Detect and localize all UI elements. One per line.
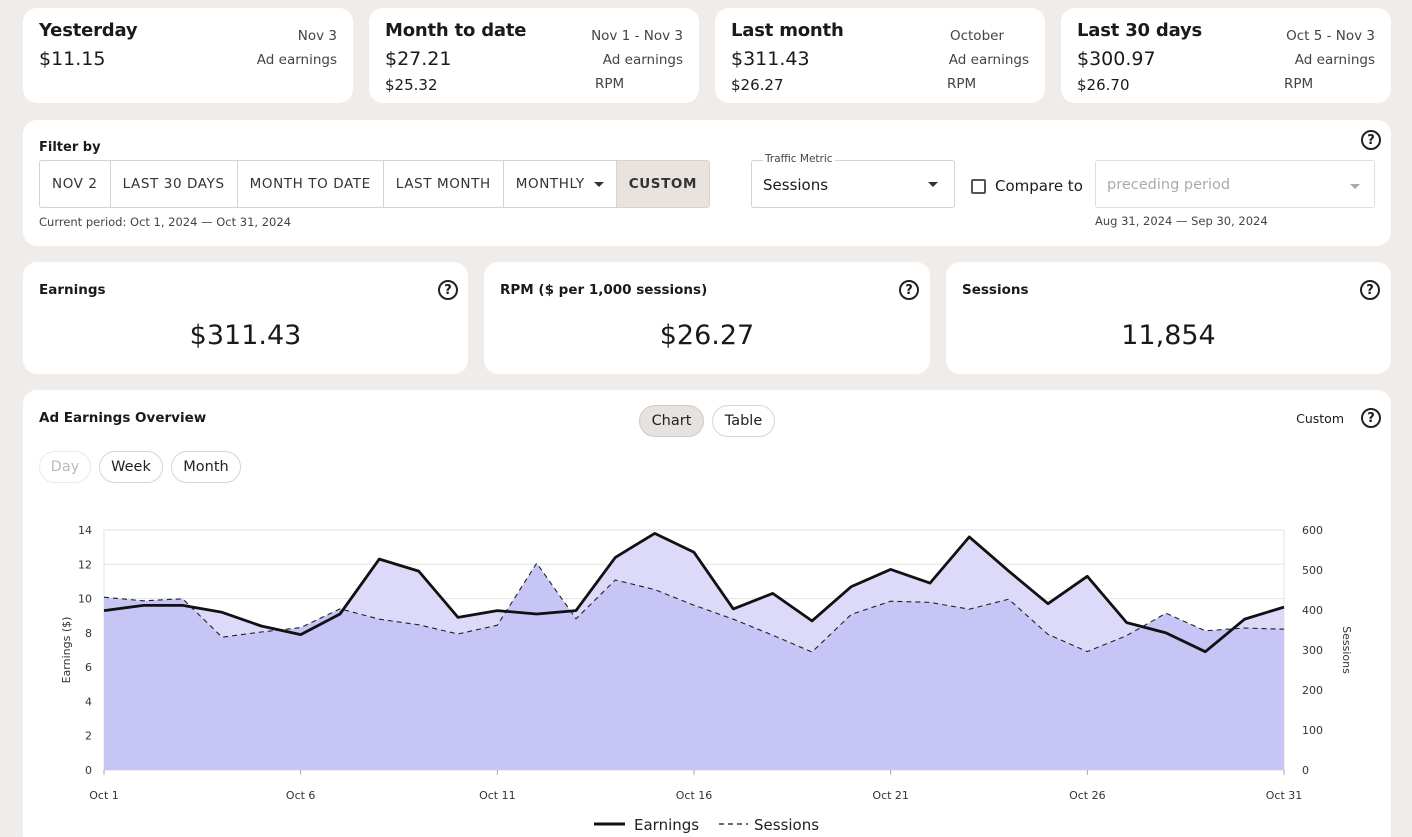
- left-axis-label: Earnings ($): [60, 617, 73, 684]
- x-tick-label: Oct 11: [479, 789, 516, 802]
- x-tick-label: Oct 26: [1069, 789, 1106, 802]
- right-tick-label: 100: [1302, 724, 1323, 737]
- stat-title: Last month: [731, 20, 844, 41]
- left-tick-label: 6: [85, 661, 92, 674]
- traffic-metric-value: Sessions: [763, 176, 829, 194]
- right-tick-label: 400: [1302, 604, 1323, 617]
- left-tick-label: 2: [85, 730, 92, 743]
- filter-label: Filter by: [39, 140, 101, 155]
- ad-earnings-overview: Ad Earnings Overview Chart Table Custom …: [23, 390, 1391, 837]
- right-axis-label: Sessions: [1340, 626, 1353, 674]
- kpi-value: $311.43: [189, 320, 302, 351]
- stat-label-rpm: RPM: [595, 76, 625, 92]
- stat-title: Month to date: [385, 20, 527, 41]
- stat-label: Ad earnings: [1294, 52, 1375, 68]
- current-period: Current period: Oct 1, 2024 — Oct 31, 20…: [39, 215, 292, 229]
- kpi-card-sessions: Sessions ? 11,854: [946, 262, 1391, 374]
- x-tick-label: Oct 16: [676, 789, 713, 802]
- stat-value-rpm: $26.27: [731, 76, 784, 94]
- date-filter-group: NOV 2 LAST 30 DAYS MONTH TO DATE LAST MO…: [39, 160, 710, 208]
- stat-date: October: [949, 28, 1004, 44]
- filter-last-month-button[interactable]: LAST MONTH: [384, 161, 504, 207]
- help-icon[interactable]: ?: [438, 280, 458, 300]
- filter-panel: Filter by NOV 2 LAST 30 DAYS MONTH TO DA…: [23, 120, 1391, 246]
- stat-card-month-to-date: Month to date $27.21 $25.32 Nov 1 - Nov …: [369, 8, 699, 103]
- stat-label-rpm: RPM: [947, 76, 977, 92]
- compare-period-dates: Aug 31, 2024 — Sep 30, 2024: [1095, 214, 1268, 228]
- filter-last-30-days-button[interactable]: LAST 30 DAYS: [111, 161, 238, 207]
- filter-nov-2-button[interactable]: NOV 2: [40, 161, 111, 207]
- legend-earnings-label: Earnings: [634, 816, 699, 834]
- kpi-value: 11,854: [1121, 320, 1216, 351]
- left-tick-label: 4: [85, 695, 92, 708]
- traffic-metric-select[interactable]: Traffic Metric Sessions: [751, 153, 955, 208]
- left-tick-label: 8: [85, 627, 92, 640]
- kpi-card-rpm: RPM ($ per 1,000 sessions) ? $26.27: [484, 262, 930, 374]
- stat-value: $311.43: [731, 48, 810, 70]
- right-tick-label: 600: [1302, 524, 1323, 537]
- caret-down-icon: [928, 182, 938, 187]
- stat-date: Nov 1 - Nov 3: [591, 28, 683, 44]
- stat-card-yesterday: Yesterday $11.15 Nov 3 Ad earnings: [23, 8, 353, 103]
- stat-value: $27.21: [385, 48, 452, 70]
- kpi-value: $26.27: [659, 320, 755, 351]
- x-tick-label: Oct 6: [286, 789, 316, 802]
- stat-label: Ad earnings: [948, 52, 1029, 68]
- stat-card-last-month: Last month $311.43 $26.27 October Ad ear…: [715, 8, 1045, 103]
- kpi-card-earnings: Earnings ? $311.43: [23, 262, 468, 374]
- compare-to-checkbox[interactable]: Compare to: [971, 177, 1083, 195]
- filter-monthly-dropdown[interactable]: MONTHLY: [504, 161, 617, 207]
- filter-month-to-date-button[interactable]: MONTH TO DATE: [238, 161, 384, 207]
- right-tick-label: 300: [1302, 644, 1323, 657]
- legend-sessions-label: Sessions: [754, 816, 819, 834]
- x-tick-label: Oct 1: [89, 789, 119, 802]
- left-tick-label: 10: [78, 593, 92, 606]
- stat-title: Last 30 days: [1077, 20, 1203, 41]
- compare-period-select[interactable]: preceding period: [1095, 160, 1375, 208]
- right-tick-label: 200: [1302, 684, 1323, 697]
- caret-down-icon: [1350, 184, 1360, 189]
- stat-value-rpm: $26.70: [1077, 76, 1130, 94]
- stat-date: Oct 5 - Nov 3: [1286, 28, 1375, 44]
- checkbox-icon[interactable]: [971, 178, 986, 194]
- kpi-label: RPM ($ per 1,000 sessions): [500, 282, 708, 298]
- stat-label: Ad earnings: [256, 52, 337, 68]
- kpi-label: Earnings: [39, 282, 106, 298]
- x-tick-label: Oct 21: [872, 789, 909, 802]
- left-tick-label: 12: [78, 558, 92, 571]
- earnings-sessions-chart: 0 2 4 6 8 10 12 14 0 100 200 300 400 500 600 Oct 1 Oct 6…: [60, 524, 1353, 834]
- stat-card-last-30-days: Last 30 days $300.97 $26.70 Oct 5 - Nov …: [1061, 8, 1391, 103]
- stat-label: Ad earnings: [602, 52, 683, 68]
- help-icon[interactable]: ?: [1361, 130, 1381, 150]
- help-icon[interactable]: ?: [1360, 280, 1380, 300]
- compare-period-placeholder: preceding period: [1107, 177, 1231, 193]
- filter-custom-button[interactable]: CUSTOM: [616, 161, 709, 207]
- right-tick-label: 0: [1302, 764, 1309, 777]
- stat-value-rpm: $25.32: [385, 76, 438, 94]
- help-icon[interactable]: ?: [899, 280, 919, 300]
- compare-to-label: Compare to: [995, 177, 1083, 195]
- left-tick-label: 14: [78, 524, 92, 537]
- right-tick-label: 500: [1302, 564, 1323, 577]
- traffic-metric-label: Traffic Metric: [763, 153, 835, 165]
- stat-date: Nov 3: [297, 28, 337, 44]
- chart-legend: Earnings Sessions: [594, 816, 819, 834]
- kpi-label: Sessions: [962, 282, 1029, 298]
- left-tick-label: 0: [85, 764, 92, 777]
- stat-value: $300.97: [1077, 48, 1156, 70]
- caret-down-icon: [593, 181, 604, 187]
- x-tick-label: Oct 31: [1266, 789, 1303, 802]
- stat-title: Yesterday: [39, 20, 138, 41]
- stat-value: $11.15: [39, 48, 106, 70]
- stat-label-rpm: RPM: [1284, 76, 1314, 92]
